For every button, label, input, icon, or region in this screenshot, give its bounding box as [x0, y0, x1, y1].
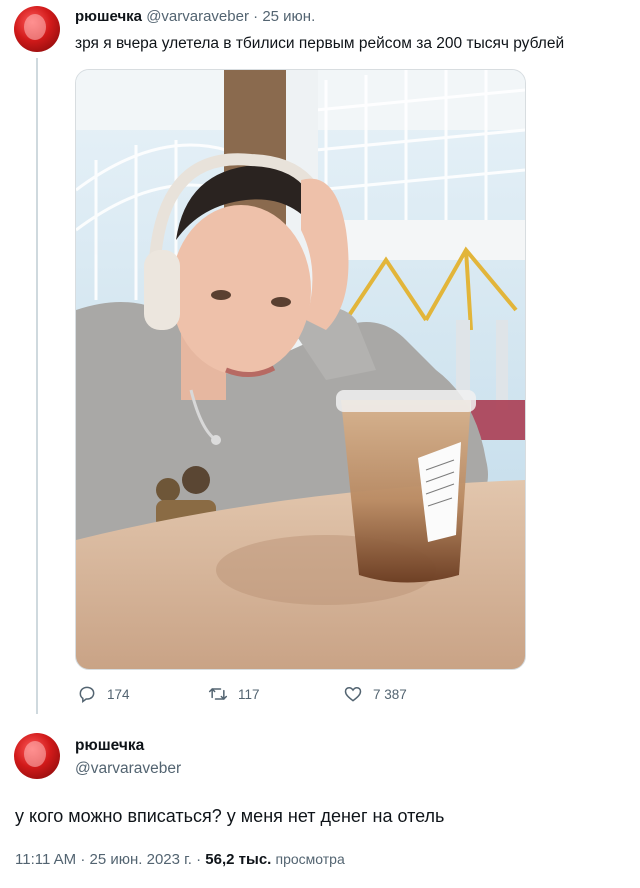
meta-separator-2: ·: [196, 851, 202, 868]
reply-meta: 11:11 AM · 25 июн. 2023 г. · 56,2 тыс. п…: [15, 851, 345, 868]
reply-icon: [79, 686, 95, 703]
reply-avatar[interactable]: [14, 733, 60, 779]
like-count: 7 387: [373, 686, 407, 702]
tweet-header: рюшечка @varvaraveber · 25 июн.: [75, 8, 315, 25]
reply-text: у кого можно вписаться? у меня нет денег…: [15, 806, 445, 826]
header-separator: ·: [253, 8, 259, 25]
author-name[interactable]: рюшечка: [75, 8, 142, 25]
tweet-date[interactable]: 25 июн.: [262, 8, 315, 25]
tweet-text: зря я вчера улетела в тбилиси первым рей…: [75, 35, 565, 52]
meta-separator: ·: [80, 851, 86, 868]
heart-icon: [344, 686, 362, 702]
tweet-actions: 174 117 7 387: [75, 684, 524, 708]
thread-line: [36, 58, 38, 714]
retweet-button[interactable]: 117: [208, 684, 260, 704]
photo-image: [76, 70, 525, 669]
retweet-count: 117: [238, 686, 260, 702]
reply-count: 174: [107, 686, 130, 702]
reply-time[interactable]: 11:11 AM: [15, 851, 76, 868]
like-button[interactable]: 7 387: [343, 684, 407, 704]
reply-author-handle[interactable]: @varvaraveber: [75, 760, 181, 778]
avatar[interactable]: [14, 6, 60, 52]
reply-button[interactable]: 174: [77, 684, 130, 704]
reply-author-name[interactable]: рюшечка: [75, 737, 144, 755]
tweet-photo[interactable]: [75, 69, 526, 670]
retweet-icon: [208, 688, 228, 700]
author-handle[interactable]: @varvaraveber: [146, 8, 249, 25]
views-label: просмотра: [275, 851, 345, 867]
views-count: 56,2 тыс.: [205, 851, 272, 868]
reply-date[interactable]: 25 июн. 2023 г.: [90, 851, 192, 868]
